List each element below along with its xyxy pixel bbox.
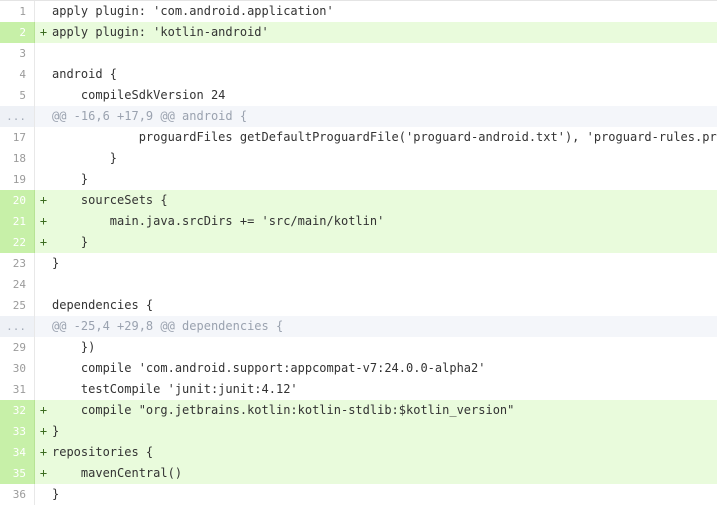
code-text: }	[52, 235, 89, 249]
diff-marker	[35, 64, 52, 85]
code-text: testCompile 'junit:junit:4.12'	[52, 382, 298, 396]
line-number[interactable]: 30	[0, 358, 35, 379]
diff-line: 4 android {	[0, 64, 717, 85]
diff-line: 3	[0, 43, 717, 64]
diff-line: 19 }	[0, 169, 717, 190]
line-number[interactable]: 18	[0, 148, 35, 169]
line-number[interactable]: 19	[0, 169, 35, 190]
diff-marker: +	[39, 25, 48, 39]
diff-marker	[35, 148, 52, 169]
diff-marker	[35, 295, 52, 316]
diff-marker	[35, 127, 52, 148]
line-number[interactable]: 24	[0, 274, 35, 295]
diff-marker	[35, 85, 52, 106]
line-number[interactable]: 17	[0, 127, 35, 148]
code-text: })	[52, 340, 96, 354]
code-text: }	[52, 424, 60, 438]
diff-line: 34 + repositories {	[0, 442, 717, 463]
diff-marker	[35, 169, 52, 190]
diff-line: 24	[0, 274, 717, 295]
diff-line: 17 proguardFiles getDefaultProguardFile(…	[0, 127, 717, 148]
diff-marker	[35, 274, 52, 295]
line-number[interactable]: 2	[0, 22, 35, 43]
code-text: apply plugin: 'kotlin-android'	[52, 25, 269, 39]
line-number[interactable]: 22	[0, 232, 35, 253]
line-number[interactable]: 20	[0, 190, 35, 211]
code-text: }	[52, 151, 118, 165]
code-text: }	[52, 256, 60, 270]
diff-marker	[35, 316, 52, 337]
hunk-header-text: @@ -16,6 +17,9 @@ android {	[52, 109, 248, 123]
line-number[interactable]: 23	[0, 253, 35, 274]
diff-marker	[35, 43, 52, 64]
diff-line: 31 testCompile 'junit:junit:4.12'	[0, 379, 717, 400]
diff-line: 23 }	[0, 253, 717, 274]
diff-line: 20 + sourceSets {	[0, 190, 717, 211]
diff-line: 32 + compile "org.jetbrains.kotlin:kotli…	[0, 400, 717, 421]
hunk-header: ... @@ -16,6 +17,9 @@ android {	[0, 106, 717, 127]
code-text: sourceSets {	[52, 193, 168, 207]
diff-marker: +	[39, 235, 48, 249]
code-text: compile "org.jetbrains.kotlin:kotlin-std…	[52, 403, 515, 417]
diff-line: 30 compile 'com.android.support:appcompa…	[0, 358, 717, 379]
diff-marker	[35, 106, 52, 127]
diff-marker	[35, 1, 52, 22]
code-text: apply plugin: 'com.android.application'	[52, 4, 334, 18]
code-text: }	[52, 172, 89, 186]
diff-line: 22 + }	[0, 232, 717, 253]
diff-line: 2 + apply plugin: 'kotlin-android'	[0, 22, 717, 43]
diff-marker: +	[39, 403, 48, 417]
diff-marker	[35, 379, 52, 400]
code-text: android {	[52, 67, 118, 81]
line-number[interactable]: 5	[0, 85, 35, 106]
code-text: dependencies {	[52, 298, 154, 312]
code-text: main.java.srcDirs += 'src/main/kotlin'	[52, 214, 385, 228]
diff-line: 1 apply plugin: 'com.android.application…	[0, 1, 717, 22]
diff-line: 25 dependencies {	[0, 295, 717, 316]
code-text: compileSdkVersion 24	[52, 88, 226, 102]
diff-marker: +	[39, 193, 48, 207]
diff-marker: +	[39, 466, 48, 480]
expand-lines-button[interactable]: ...	[0, 316, 35, 337]
diff-marker: +	[39, 214, 48, 228]
code-text: repositories {	[52, 445, 154, 459]
code-text: compile 'com.android.support:appcompat-v…	[52, 361, 486, 375]
line-number[interactable]: 35	[0, 463, 35, 484]
diff-marker: +	[39, 445, 48, 459]
hunk-header-text: @@ -25,4 +29,8 @@ dependencies {	[52, 319, 284, 333]
line-number[interactable]: 32	[0, 400, 35, 421]
line-number[interactable]: 29	[0, 337, 35, 358]
line-number[interactable]: 36	[0, 484, 35, 505]
diff-marker: +	[39, 424, 48, 438]
line-number[interactable]: 21	[0, 211, 35, 232]
diff-marker	[35, 484, 52, 505]
line-number[interactable]: 31	[0, 379, 35, 400]
line-number[interactable]: 25	[0, 295, 35, 316]
diff-line: 33 + }	[0, 421, 717, 442]
diff-marker	[35, 337, 52, 358]
line-number[interactable]: 33	[0, 421, 35, 442]
diff-line: 18 }	[0, 148, 717, 169]
diff-line: 5 compileSdkVersion 24	[0, 85, 717, 106]
diff-line: 36 }	[0, 484, 717, 505]
line-number[interactable]: 4	[0, 64, 35, 85]
line-number[interactable]: 1	[0, 1, 35, 22]
hunk-header: ... @@ -25,4 +29,8 @@ dependencies {	[0, 316, 717, 337]
diff-line: 35 + mavenCentral()	[0, 463, 717, 484]
line-number[interactable]: 3	[0, 43, 35, 64]
line-number[interactable]: 34	[0, 442, 35, 463]
diff-marker	[35, 358, 52, 379]
diff-marker	[35, 253, 52, 274]
code-text: }	[52, 487, 60, 501]
code-text: mavenCentral()	[52, 466, 183, 480]
diff-line: 21 + main.java.srcDirs += 'src/main/kotl…	[0, 211, 717, 232]
diff-view: 1 apply plugin: 'com.android.application…	[0, 0, 717, 505]
diff-line: 29 })	[0, 337, 717, 358]
expand-lines-button[interactable]: ...	[0, 106, 35, 127]
code-text: proguardFiles getDefaultProguardFile('pr…	[52, 130, 717, 144]
